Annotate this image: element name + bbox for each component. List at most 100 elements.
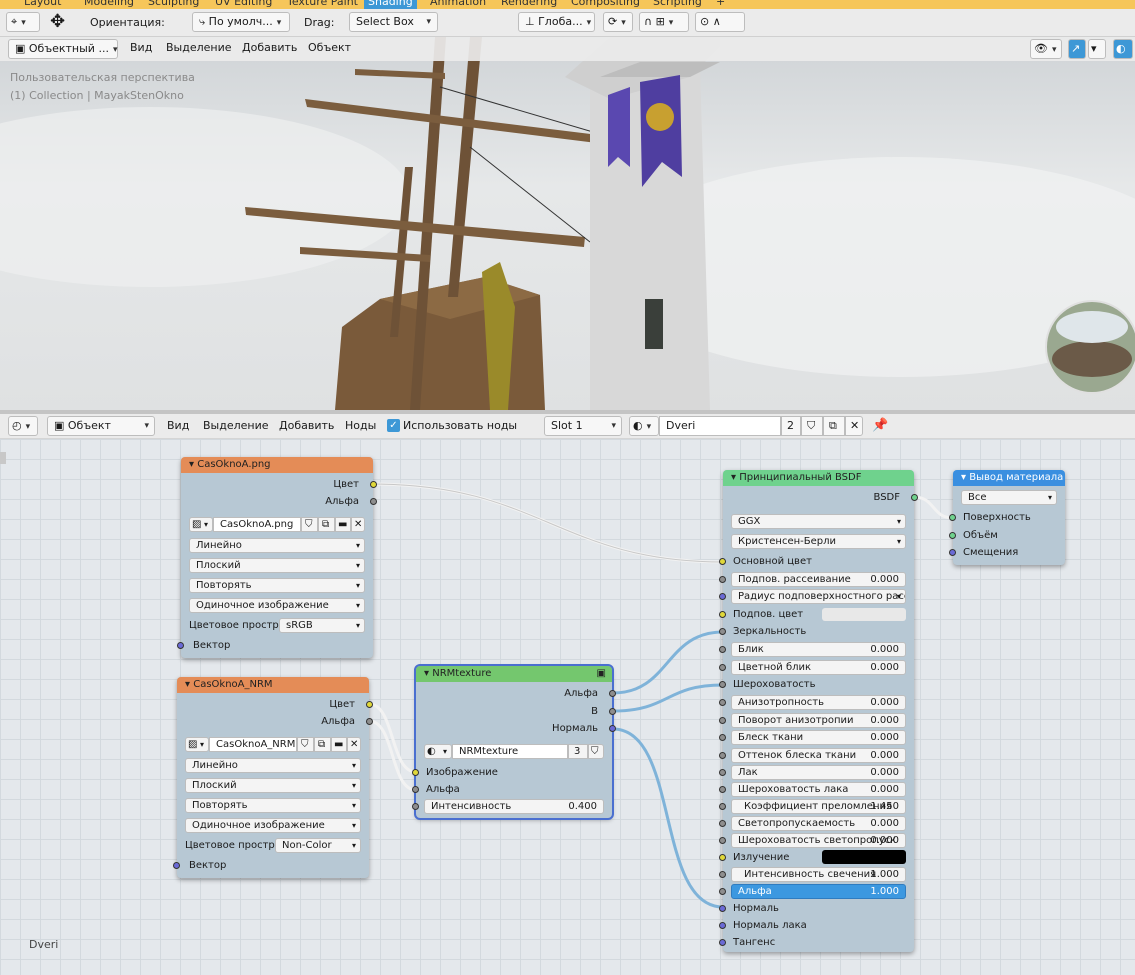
group-node-nrmtexture[interactable]: ▾ NRMtexture ▣ Альфа B Нормаль ◐ ▾ NRMtext… [412, 664, 616, 820]
input-volume-socket[interactable] [949, 532, 956, 539]
input-normal-socket[interactable] [719, 905, 726, 912]
colorspace-dropdown[interactable]: Non-Color ▾ [275, 838, 361, 853]
extension-dropdown[interactable]: Повторять ▾ [185, 798, 361, 813]
sidebar-toggle-handle[interactable] [0, 452, 6, 464]
output-color-socket[interactable] [366, 701, 373, 708]
transmission-field[interactable]: Светопропускаемость 0.000 [731, 816, 906, 831]
node-header[interactable]: ▾ CasOknoA.png [181, 457, 373, 473]
emission-strength-field[interactable]: Интенсивность свечения 1.000 [731, 867, 906, 882]
image-browse-button[interactable]: ▨ ▾ [189, 517, 213, 532]
unlink-image-button[interactable]: ✕ [351, 517, 365, 532]
input-emission-strength-socket[interactable] [719, 871, 726, 878]
output-alpha-socket[interactable] [366, 718, 373, 725]
duplicate-image-button[interactable]: ⧉ [318, 517, 335, 532]
interpolation-dropdown[interactable]: Линейно ▾ [189, 538, 365, 553]
input-emission-socket[interactable] [719, 854, 726, 861]
fake-user-button[interactable]: ⛉ [297, 737, 314, 752]
output-alpha-socket[interactable] [609, 690, 616, 697]
anisotropic-rotation-field[interactable]: Поворот анизотропии 0.000 [731, 713, 906, 728]
sheen-field[interactable]: Блеск ткани 0.000 [731, 730, 906, 745]
field-value: 1.450 [870, 801, 899, 812]
extension-dropdown[interactable]: Повторять ▾ [189, 578, 365, 593]
input-alpha-socket[interactable] [412, 786, 419, 793]
principled-bsdf-node[interactable]: ▾ Принципиальный BSDF BSDF GGX ▾ Кристенс… [719, 470, 918, 952]
interpolation-dropdown[interactable]: Линейно ▾ [185, 758, 361, 773]
sheen-tint-field[interactable]: Оттенок блеска ткани 0.000 [731, 748, 906, 763]
input-transmission-roughness-socket[interactable] [719, 837, 726, 844]
input-clearcoat-normal-socket[interactable] [719, 922, 726, 929]
output-color-socket[interactable] [370, 481, 377, 488]
image-texture-node-1[interactable]: ▾ CasOknoA.png Цвет Альфа ▨ ▾ CasOknoA.pn… [177, 457, 377, 658]
subsurface-method-dropdown[interactable]: Кристенсен-Берли ▾ [731, 534, 906, 549]
alpha-field[interactable]: Альфа 1.000 [731, 884, 906, 899]
source-dropdown[interactable]: Одиночное изображение ▾ [185, 818, 361, 833]
input-vector-socket[interactable] [173, 862, 180, 869]
projection-dropdown[interactable]: Плоский ▾ [185, 778, 361, 793]
input-subsurface-color-socket[interactable] [719, 611, 726, 618]
emission-color-swatch[interactable] [822, 850, 906, 864]
open-image-button[interactable]: ▬ [335, 517, 351, 532]
output-normal-socket[interactable] [609, 725, 616, 732]
group-users-count[interactable]: 3 [568, 744, 588, 759]
input-intensity-socket[interactable] [412, 803, 419, 810]
input-ior-socket[interactable] [719, 803, 726, 810]
input-anisotropic-socket[interactable] [719, 699, 726, 706]
image-name-field[interactable]: CasOknoA.png [213, 517, 301, 532]
unlink-image-button[interactable]: ✕ [347, 737, 361, 752]
output-target-dropdown[interactable]: Все ▾ [961, 490, 1057, 505]
fake-user-button[interactable]: ⛉ [588, 744, 604, 759]
output-alpha-socket[interactable] [370, 498, 377, 505]
clearcoat-roughness-field[interactable]: Шероховатость лака 0.000 [731, 782, 906, 797]
input-displacement-socket[interactable] [949, 549, 956, 556]
distribution-dropdown[interactable]: GGX ▾ [731, 514, 906, 529]
anisotropic-field[interactable]: Анизотропность 0.000 [731, 695, 906, 710]
projection-dropdown[interactable]: Плоский ▾ [189, 558, 365, 573]
input-roughness-socket[interactable] [719, 681, 726, 688]
output-bsdf-socket[interactable] [911, 494, 918, 501]
image-texture-node-2[interactable]: ▾ CasOknoA_NRM Цвет Альфа ▨ ▾ CasOknoA_NR… [173, 677, 373, 878]
clearcoat-field[interactable]: Лак 0.000 [731, 765, 906, 780]
source-dropdown[interactable]: Одиночное изображение ▾ [189, 598, 365, 613]
input-tangent-socket[interactable] [719, 939, 726, 946]
group-name-field[interactable]: NRMtexture [452, 744, 568, 759]
node-header[interactable]: ▾ Принципиальный BSDF [723, 470, 914, 486]
intensity-field[interactable]: Интенсивность 0.400 [424, 799, 604, 814]
specular-tint-field[interactable]: Блик 0.000 [731, 642, 906, 657]
input-clearcoat-socket[interactable] [719, 769, 726, 776]
output-b-socket[interactable] [609, 708, 616, 715]
material-output-node[interactable]: ▾ Вывод материала Все ▾ Поверхность Объём… [949, 470, 1065, 565]
input-clearcoat-roughness-socket[interactable] [719, 786, 726, 793]
node-header[interactable]: ▾ NRMtexture ▣ [416, 666, 612, 682]
field-value: 0.000 [870, 750, 899, 761]
fake-user-button[interactable]: ⛉ [301, 517, 318, 532]
open-image-button[interactable]: ▬ [331, 737, 347, 752]
input-specular-tint-socket[interactable] [719, 646, 726, 653]
input-sheen-tint-socket[interactable] [719, 752, 726, 759]
input-specular-socket[interactable] [719, 628, 726, 635]
node-header[interactable]: ▾ CasOknoA_NRM [177, 677, 369, 693]
subsurface-radius-dropdown[interactable]: Радиус подповерхностного рассеив...▾ [731, 589, 906, 604]
input-sheen-socket[interactable] [719, 734, 726, 741]
input-subsurface-radius-socket[interactable] [719, 593, 726, 600]
input-subsurface-socket[interactable] [719, 576, 726, 583]
subsurface-color-swatch[interactable] [822, 608, 906, 621]
input-surface-socket[interactable] [949, 514, 956, 521]
colored-specular-field[interactable]: Цветной блик 0.000 [731, 660, 906, 675]
transmission-roughness-field[interactable]: Шероховатость светопропуск 0.000 [731, 833, 906, 848]
node-header[interactable]: ▾ Вывод материала [953, 470, 1065, 486]
image-name-field[interactable]: CasOknoA_NRM [209, 737, 297, 752]
input-vector-socket[interactable] [177, 642, 184, 649]
input-transmission-socket[interactable] [719, 820, 726, 827]
input-alpha-socket[interactable] [719, 888, 726, 895]
input-anisotropic-rotation-socket[interactable] [719, 717, 726, 724]
duplicate-image-button[interactable]: ⧉ [314, 737, 331, 752]
image-browse-button[interactable]: ▨ ▾ [185, 737, 209, 752]
colorspace-dropdown[interactable]: sRGB ▾ [279, 618, 365, 633]
input-sheen-tint-socket[interactable] [719, 664, 726, 671]
group-browse-button[interactable]: ◐ ▾ [424, 744, 452, 759]
ior-field[interactable]: Коэффициент преломления 1.450 [731, 799, 906, 814]
input-image-socket[interactable] [412, 769, 419, 776]
field-label: Интенсивность свечения [744, 869, 877, 880]
input-base-color-socket[interactable] [719, 558, 726, 565]
subsurface-field[interactable]: Подпов. рассеивание 0.000 [731, 572, 906, 587]
